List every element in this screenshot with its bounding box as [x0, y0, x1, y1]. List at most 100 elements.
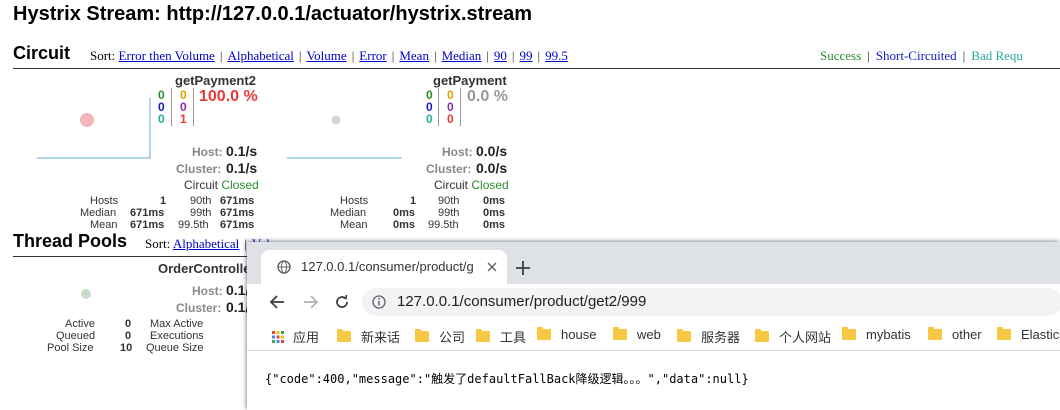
legend-success: Success	[820, 48, 862, 63]
cluster-label: Cluster:	[426, 162, 472, 176]
sort-alphabetical[interactable]: Alphabetical	[227, 48, 293, 63]
bookmark-folder[interactable]: 新来话	[337, 327, 400, 346]
stat-mean: 0ms	[393, 219, 416, 231]
circuit-name: getPayment2	[175, 73, 256, 88]
folder-icon	[337, 329, 351, 342]
new-tab-icon[interactable]	[515, 260, 531, 276]
sort-99[interactable]: 99	[520, 48, 533, 63]
sort-error[interactable]: Error	[359, 48, 386, 63]
folder-icon	[842, 327, 856, 340]
stat-p995-label: 99.5th	[178, 219, 209, 231]
pool-queued: 0	[125, 330, 132, 342]
sort-median[interactable]: Median	[442, 48, 482, 63]
bookmark-label: 服务器	[701, 330, 741, 345]
bookmark-label: 工具	[500, 330, 527, 345]
pool-queued-label: Queued	[56, 330, 96, 342]
stat-p90-label: 90th	[190, 195, 212, 207]
circuit-sort-bar: Sort: Error then Volume | Alphabetical | Vol…	[90, 48, 568, 63]
bookmark-label: Elastics	[1021, 327, 1060, 342]
bookmarks-bar: 应用 新来话 公司 工具 house web 服务器 个人网站 mybatis …	[247, 320, 1060, 351]
error-rate: 100.0 %	[199, 88, 258, 105]
stat-hosts: 1	[160, 195, 167, 207]
sort-99-5[interactable]: 99.5	[545, 48, 568, 63]
back-icon[interactable]	[269, 295, 285, 309]
stat-mean: 671ms	[130, 219, 165, 231]
pool-cluster-rate: 0.1/	[226, 299, 250, 315]
bookmark-folder[interactable]: 工具	[476, 327, 526, 346]
stat-p99: 0ms	[483, 207, 506, 219]
bookmark-label: 个人网站	[779, 330, 832, 345]
pool-health-circle	[81, 289, 91, 299]
legend-bad-request: Bad Requ	[971, 48, 1023, 63]
folder-icon	[476, 329, 490, 342]
circuit-sparkline	[287, 115, 402, 159]
bookmark-folder[interactable]: house	[537, 327, 596, 342]
pool-size-label: Pool Size	[47, 342, 94, 354]
folder-icon	[677, 329, 691, 342]
bookmark-folder[interactable]: mybatis	[842, 327, 911, 342]
cluster-label: Cluster:	[176, 162, 222, 176]
stat-p99: 671ms	[220, 207, 255, 219]
pool-active-label: Active	[65, 318, 95, 330]
browser-toolbar: 127.0.0.1/consumer/product/get2/999	[247, 284, 1060, 320]
stat-p90: 0ms	[483, 195, 506, 207]
folder-icon	[997, 327, 1011, 340]
stat-mean-label: Mean	[340, 219, 368, 231]
stat-p995: 0ms	[483, 219, 506, 231]
bookmark-label: 应用	[293, 330, 320, 345]
legend-short-circuited: Short-Circuited	[875, 48, 957, 63]
bookmark-folder[interactable]: 公司	[415, 327, 465, 346]
pool-sort-alphabetical[interactable]: Alphabetical	[173, 236, 239, 251]
stat-median-label: Median	[330, 207, 367, 219]
circuit-status-value: Closed	[221, 178, 259, 192]
bookmark-apps[interactable]: 应用	[272, 327, 319, 346]
host-rate: 0.1/s	[226, 143, 258, 159]
pool-max-active-label: Max Active	[150, 318, 204, 330]
count-divider	[193, 88, 194, 126]
sort-mean[interactable]: Mean	[399, 48, 429, 63]
url-text: 127.0.0.1/consumer/product/get2/999	[397, 293, 647, 310]
circuit-legend: Success | Short-Circuited | Bad Requ	[820, 48, 1023, 63]
cluster-rate: 0.0/s	[476, 160, 508, 176]
close-icon[interactable]	[487, 262, 497, 272]
stat-hosts: 1	[410, 195, 417, 207]
page-title: Hystrix Stream: http://127.0.0.1/actuato…	[13, 3, 533, 25]
failure-count: 0	[447, 112, 454, 126]
stat-p99-label: 99th	[438, 207, 460, 219]
sort-90[interactable]: 90	[494, 48, 507, 63]
bookmark-label: 公司	[439, 330, 466, 345]
stat-median: 0ms	[393, 207, 416, 219]
stat-p99-label: 99th	[190, 207, 212, 219]
thread-pools-divider	[13, 256, 248, 257]
reload-icon[interactable]	[334, 294, 350, 310]
stat-hosts-label: Hosts	[340, 195, 369, 207]
health-circle	[80, 113, 94, 127]
pool-size: 10	[120, 342, 133, 354]
bookmark-folder[interactable]: Elastics	[997, 327, 1060, 342]
browser-tab[interactable]: 127.0.0.1/consumer/product/g	[261, 250, 507, 284]
sort-error-then-volume[interactable]: Error then Volume	[119, 48, 215, 63]
bookmark-folder[interactable]: 个人网站	[755, 327, 831, 346]
health-circle	[331, 115, 341, 125]
circuit-sparkline	[37, 98, 151, 159]
stat-median: 671ms	[130, 207, 165, 219]
pool-queue-size-label: Queue Size	[146, 342, 204, 354]
pool-cluster-label: Cluster:	[176, 301, 222, 315]
sort-volume[interactable]: Volume	[306, 48, 346, 63]
sort-label: Sort:	[90, 48, 116, 63]
bookmark-folder[interactable]: 服务器	[677, 327, 740, 346]
circuit-section-title: Circuit	[13, 43, 71, 63]
info-icon[interactable]	[372, 295, 386, 309]
address-bar[interactable]: 127.0.0.1/consumer/product/get2/999	[362, 288, 1060, 316]
stat-p90: 671ms	[220, 195, 255, 207]
error-rate: 0.0 %	[467, 88, 508, 105]
globe-icon	[277, 260, 291, 274]
forward-icon[interactable]	[303, 295, 319, 309]
bookmark-folder[interactable]: web	[613, 327, 661, 342]
bookmark-folder[interactable]: other	[928, 327, 982, 342]
response-body: {"code":400,"message":"触发了defaultFallBac…	[265, 372, 749, 386]
circuit-label: Circuit	[434, 178, 469, 192]
host-label: Host:	[192, 145, 223, 159]
tab-title: 127.0.0.1/consumer/product/g	[301, 259, 474, 274]
count-divider	[171, 88, 172, 126]
